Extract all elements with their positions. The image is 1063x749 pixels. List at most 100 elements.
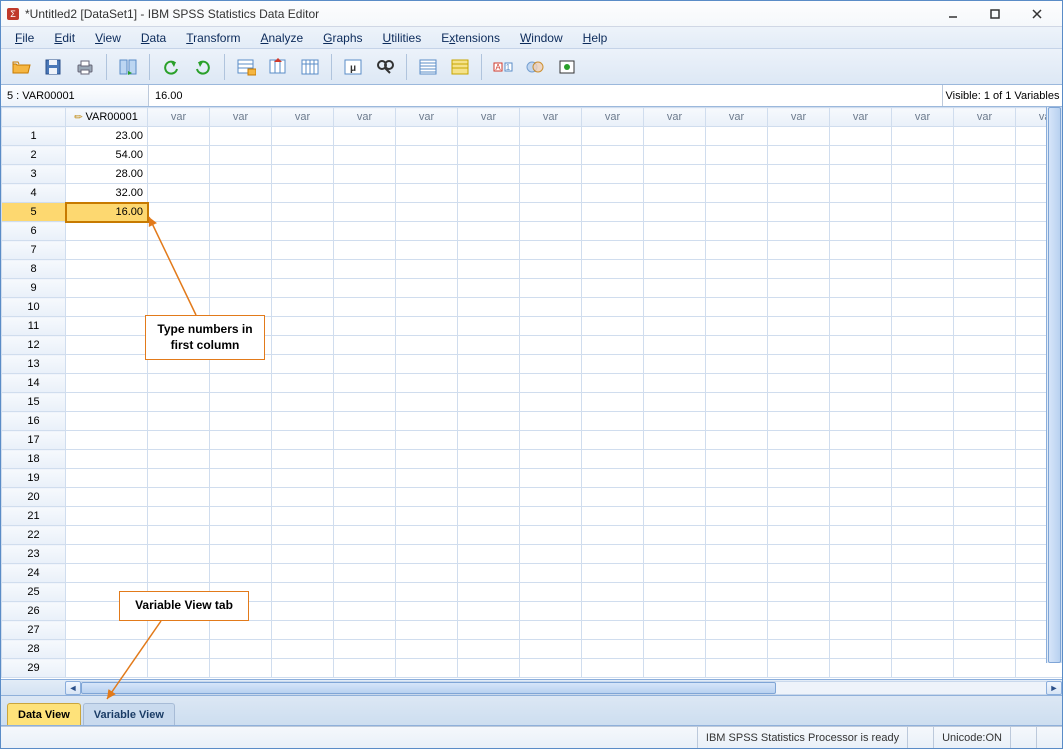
data-cell[interactable] — [66, 621, 148, 640]
data-cell-empty[interactable] — [458, 317, 520, 336]
menu-view[interactable]: View — [85, 29, 131, 47]
data-cell-empty[interactable] — [892, 146, 954, 165]
data-cell-empty[interactable] — [396, 412, 458, 431]
data-cell-empty[interactable] — [272, 583, 334, 602]
data-cell-empty[interactable] — [210, 298, 272, 317]
data-cell[interactable]: 54.00 — [66, 146, 148, 165]
data-cell-empty[interactable] — [892, 412, 954, 431]
data-cell-empty[interactable] — [644, 127, 706, 146]
data-cell[interactable] — [66, 393, 148, 412]
data-cell[interactable]: 16.00 — [66, 203, 148, 222]
data-cell-empty[interactable] — [148, 640, 210, 659]
data-cell-empty[interactable] — [458, 374, 520, 393]
data-cell-empty[interactable] — [892, 583, 954, 602]
data-cell[interactable] — [66, 222, 148, 241]
data-cell-empty[interactable] — [954, 621, 1016, 640]
data-cell-empty[interactable] — [582, 507, 644, 526]
menu-help[interactable]: Help — [573, 29, 618, 47]
data-cell-empty[interactable] — [458, 659, 520, 678]
data-cell-empty[interactable] — [582, 450, 644, 469]
data-cell-empty[interactable] — [148, 450, 210, 469]
data-cell-empty[interactable] — [520, 450, 582, 469]
data-cell-empty[interactable] — [582, 279, 644, 298]
data-cell-empty[interactable] — [582, 526, 644, 545]
data-cell-empty[interactable] — [148, 507, 210, 526]
data-cell-empty[interactable] — [272, 412, 334, 431]
data-cell-empty[interactable] — [148, 165, 210, 184]
data-cell-empty[interactable] — [768, 203, 830, 222]
data-cell-empty[interactable] — [768, 583, 830, 602]
data-cell-empty[interactable] — [954, 431, 1016, 450]
data-cell-empty[interactable] — [210, 564, 272, 583]
data-cell-empty[interactable] — [458, 146, 520, 165]
data-cell-empty[interactable] — [954, 469, 1016, 488]
data-cell-empty[interactable] — [954, 450, 1016, 469]
data-cell-empty[interactable] — [334, 127, 396, 146]
data-cell-empty[interactable] — [644, 545, 706, 564]
data-cell-empty[interactable] — [334, 621, 396, 640]
data-cell-empty[interactable] — [458, 545, 520, 564]
data-cell-empty[interactable] — [644, 412, 706, 431]
data-cell-empty[interactable] — [644, 184, 706, 203]
data-cell-empty[interactable] — [272, 507, 334, 526]
data-cell-empty[interactable] — [892, 450, 954, 469]
data-cell-empty[interactable] — [582, 317, 644, 336]
data-cell-empty[interactable] — [768, 222, 830, 241]
data-cell-empty[interactable] — [272, 602, 334, 621]
data-cell-empty[interactable] — [210, 450, 272, 469]
data-cell-empty[interactable] — [520, 260, 582, 279]
data-cell-empty[interactable] — [210, 146, 272, 165]
data-cell-empty[interactable] — [954, 298, 1016, 317]
data-cell-empty[interactable] — [582, 203, 644, 222]
data-cell-empty[interactable] — [892, 165, 954, 184]
data-cell-empty[interactable] — [520, 545, 582, 564]
column-header-placeholder[interactable]: var — [582, 108, 644, 127]
horizontal-scrollbar[interactable]: ◄ ► — [1, 679, 1062, 695]
data-cell-empty[interactable] — [396, 355, 458, 374]
data-cell-empty[interactable] — [334, 488, 396, 507]
data-cell[interactable] — [66, 526, 148, 545]
data-cell-empty[interactable] — [396, 659, 458, 678]
data-cell-empty[interactable] — [830, 127, 892, 146]
data-cell-empty[interactable] — [830, 184, 892, 203]
data-cell-empty[interactable] — [210, 488, 272, 507]
column-header-placeholder[interactable]: var — [644, 108, 706, 127]
data-cell-empty[interactable] — [768, 127, 830, 146]
data-cell-empty[interactable] — [954, 583, 1016, 602]
data-cell-empty[interactable] — [520, 659, 582, 678]
data-cell-empty[interactable] — [520, 602, 582, 621]
data-cell-empty[interactable] — [954, 507, 1016, 526]
data-cell[interactable] — [66, 545, 148, 564]
data-cell-empty[interactable] — [334, 184, 396, 203]
data-cell-empty[interactable] — [272, 241, 334, 260]
row-header[interactable]: 9 — [2, 279, 66, 298]
data-cell-empty[interactable] — [830, 583, 892, 602]
data-cell-empty[interactable] — [458, 203, 520, 222]
data-cell-empty[interactable] — [830, 146, 892, 165]
data-cell-empty[interactable] — [396, 431, 458, 450]
data-cell-empty[interactable] — [892, 298, 954, 317]
data-cell-empty[interactable] — [582, 222, 644, 241]
data-cell-empty[interactable] — [458, 431, 520, 450]
data-cell-empty[interactable] — [768, 165, 830, 184]
data-cell-empty[interactable] — [334, 469, 396, 488]
data-cell-empty[interactable] — [582, 184, 644, 203]
row-header[interactable]: 26 — [2, 602, 66, 621]
data-cell-empty[interactable] — [644, 241, 706, 260]
data-cell-empty[interactable] — [892, 374, 954, 393]
recall-dialog-icon[interactable] — [114, 53, 142, 81]
data-cell-empty[interactable] — [210, 469, 272, 488]
data-cell-empty[interactable] — [520, 431, 582, 450]
data-cell-empty[interactable] — [520, 184, 582, 203]
data-cell-empty[interactable] — [582, 298, 644, 317]
data-cell-empty[interactable] — [706, 317, 768, 336]
data-cell-empty[interactable] — [334, 260, 396, 279]
data-cell-empty[interactable] — [210, 640, 272, 659]
data-cell-empty[interactable] — [334, 564, 396, 583]
data-cell-empty[interactable] — [830, 507, 892, 526]
data-cell-empty[interactable] — [706, 260, 768, 279]
data-cell-empty[interactable] — [582, 583, 644, 602]
data-cell-empty[interactable] — [520, 355, 582, 374]
data-cell-empty[interactable] — [830, 336, 892, 355]
data-cell-empty[interactable] — [582, 545, 644, 564]
